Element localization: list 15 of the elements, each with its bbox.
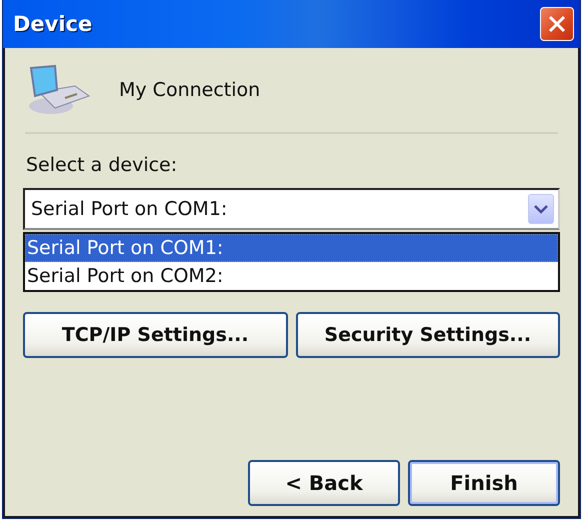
back-button[interactable]: < Back: [248, 460, 400, 506]
dropdown-option[interactable]: Serial Port on COM1:: [25, 234, 558, 262]
device-label: Select a device:: [26, 154, 178, 176]
dropdown-value: Serial Port on COM1:: [31, 198, 228, 220]
close-button[interactable]: [540, 7, 574, 41]
connection-name: My Connection: [119, 79, 260, 101]
dropdown-option[interactable]: Serial Port on COM2:: [25, 262, 558, 290]
settings-button[interactable]: Security Settings...: [296, 312, 560, 358]
device-dropdown[interactable]: Serial Port on COM1:: [23, 188, 560, 230]
dropdown-button[interactable]: [528, 194, 554, 224]
window-title: Device: [13, 12, 92, 36]
settings-button[interactable]: TCP/IP Settings...: [23, 312, 288, 358]
finish-button[interactable]: Finish: [408, 460, 560, 506]
close-icon: [548, 15, 566, 33]
chevron-down-icon: [534, 204, 548, 214]
